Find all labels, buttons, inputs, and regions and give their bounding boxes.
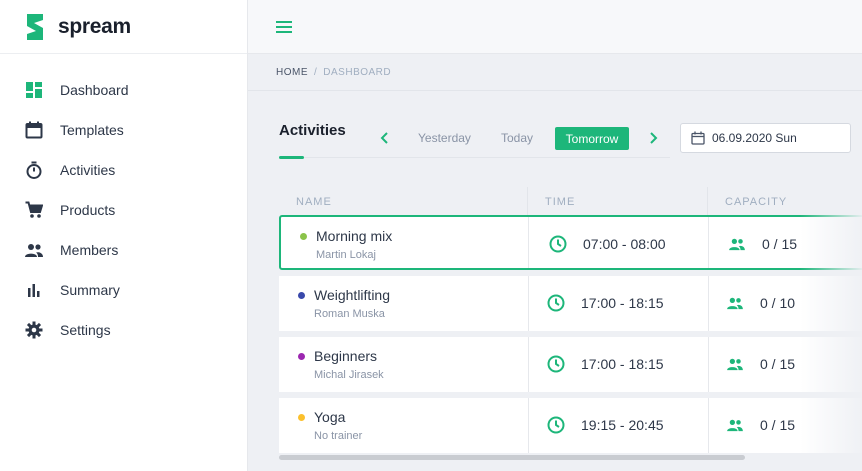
people-icon (727, 419, 743, 432)
bar-chart-icon (24, 280, 44, 300)
activity-capacity: 0 / 10 (760, 295, 796, 311)
dashboard-icon (24, 80, 44, 100)
chevron-right-icon (650, 132, 658, 144)
breadcrumb-separator: / (314, 67, 318, 78)
activity-trainer: Michal Jirasek (314, 369, 384, 381)
activity-trainer: Martin Lokaj (316, 249, 376, 261)
activity-time: 17:00 - 18:15 (581, 356, 664, 372)
sidebar-item-templates[interactable]: Templates (0, 110, 247, 150)
cell-separator (528, 398, 529, 453)
topbar (248, 0, 862, 54)
sidebar-item-label: Activities (60, 162, 116, 178)
cell-separator (528, 276, 529, 331)
page-title: Activities (279, 122, 346, 139)
cell-separator (708, 217, 709, 268)
breadcrumb-home[interactable]: HOME (276, 67, 308, 78)
header-separator (527, 187, 528, 215)
date-picker[interactable]: 06.09.2020 Sun (680, 123, 851, 153)
sidebar-item-label: Settings (60, 322, 111, 338)
people-icon (729, 238, 745, 251)
sidebar-item-label: Members (60, 242, 119, 258)
people-icon (727, 358, 743, 371)
sidebar-item-label: Dashboard (60, 82, 129, 98)
table-row[interactable]: Yoga No trainer 19:15 - 20:45 0 / 15 (279, 398, 862, 453)
activity-time: 19:15 - 20:45 (581, 417, 664, 433)
calendar-icon (691, 131, 705, 145)
table-row[interactable]: Beginners Michal Jirasek 17:00 - 18:15 0… (279, 337, 862, 392)
sidebar: spream Dashboard Templates Activities Pr… (0, 0, 248, 471)
activity-time: 17:00 - 18:15 (581, 295, 664, 311)
previous-day-button[interactable] (377, 130, 391, 146)
sidebar-item-products[interactable]: Products (0, 190, 247, 230)
date-value: 06.09.2020 Sun (712, 131, 797, 145)
activity-capacity: 0 / 15 (762, 236, 798, 252)
breadcrumb: HOME / DASHBOARD (276, 67, 391, 78)
cell-separator (708, 276, 709, 331)
day-tab-today[interactable]: Today (501, 131, 533, 145)
title-underline (279, 156, 304, 159)
clock-icon (549, 235, 567, 253)
sidebar-item-members[interactable]: Members (0, 230, 247, 270)
gear-icon (24, 320, 44, 340)
activity-time: 07:00 - 08:00 (583, 236, 666, 252)
activity-capacity: 0 / 15 (760, 417, 796, 433)
cell-separator (708, 337, 709, 392)
people-icon (24, 240, 44, 260)
day-tab-yesterday[interactable]: Yesterday (418, 131, 471, 145)
people-icon (727, 297, 743, 310)
divider (248, 90, 862, 91)
header-separator (707, 187, 708, 215)
activity-name: Beginners (314, 348, 378, 364)
day-tab-tomorrow[interactable]: Tomorrow (555, 127, 629, 150)
breadcrumb-current: DASHBOARD (323, 67, 392, 78)
stopwatch-icon (24, 160, 44, 180)
header-divider (304, 157, 670, 158)
activity-color-dot (300, 233, 307, 240)
sidebar-nav: Dashboard Templates Activities Products … (0, 54, 247, 350)
activity-trainer: No trainer (314, 430, 363, 442)
activity-trainer: Roman Muska (314, 308, 385, 320)
activity-name: Weightlifting (314, 287, 391, 303)
sidebar-item-label: Templates (60, 122, 124, 138)
cell-separator (528, 337, 529, 392)
column-header-name: NAME (296, 196, 332, 208)
next-day-button[interactable] (647, 130, 661, 146)
horizontal-scrollbar[interactable] (279, 455, 745, 460)
cell-separator (708, 398, 709, 453)
clock-icon (547, 294, 565, 312)
activity-name: Yoga (314, 409, 346, 425)
column-header-time: TIME (545, 196, 576, 208)
activity-color-dot (298, 353, 305, 360)
column-header-capacity: CAPACITY (725, 196, 788, 208)
table-row[interactable]: Morning mix Martin Lokaj 07:00 - 08:00 0… (279, 215, 862, 270)
table-row[interactable]: Weightlifting Roman Muska 17:00 - 18:15 … (279, 276, 862, 331)
chevron-left-icon (380, 132, 388, 144)
brand-name: spream (58, 14, 131, 38)
brand[interactable]: spream (0, 0, 247, 54)
clock-icon (547, 355, 565, 373)
cell-separator (528, 217, 529, 268)
calendar-icon (24, 120, 44, 140)
sidebar-item-dashboard[interactable]: Dashboard (0, 70, 247, 110)
sidebar-item-activities[interactable]: Activities (0, 150, 247, 190)
activity-color-dot (298, 414, 305, 421)
sidebar-item-summary[interactable]: Summary (0, 270, 247, 310)
sidebar-item-settings[interactable]: Settings (0, 310, 247, 350)
spream-logo-icon (27, 13, 43, 40)
cart-icon (24, 200, 44, 220)
activity-color-dot (298, 292, 305, 299)
activity-capacity: 0 / 15 (760, 356, 796, 372)
activity-name: Morning mix (316, 228, 393, 244)
clock-icon (547, 416, 565, 434)
sidebar-item-label: Summary (60, 282, 120, 298)
hamburger-menu-icon[interactable] (276, 20, 292, 34)
sidebar-item-label: Products (60, 202, 116, 218)
